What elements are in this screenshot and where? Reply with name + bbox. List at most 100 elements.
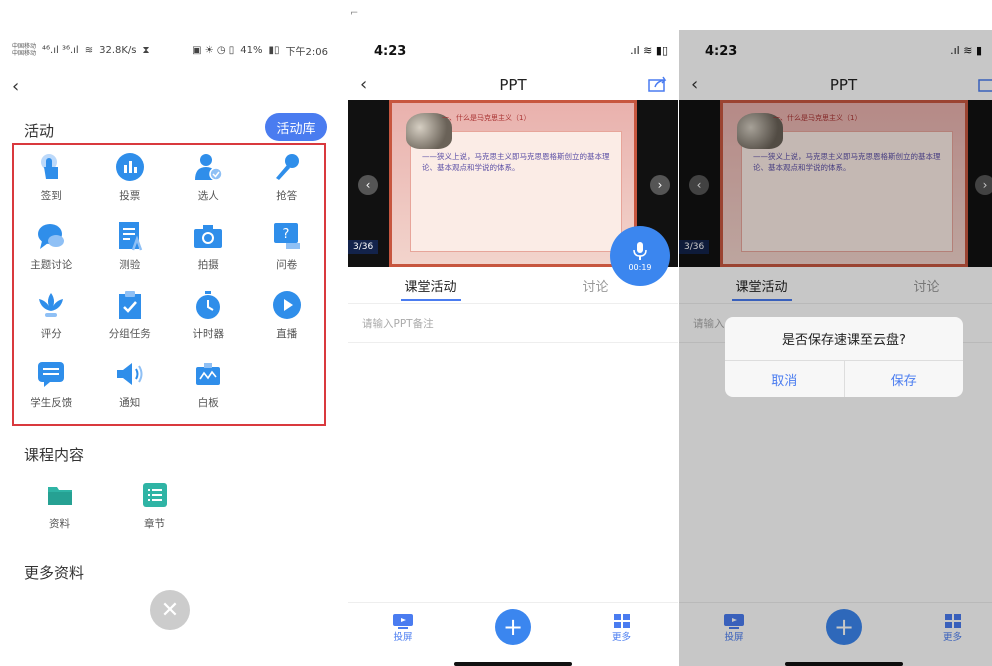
page-indicator: 3/36 (348, 240, 379, 254)
speaker-icon (115, 359, 145, 389)
activity-timer[interactable]: 计时器 (169, 290, 248, 348)
battery-icon: ▮▯ (655, 44, 668, 57)
microphone-icon (633, 241, 647, 260)
ppt-note-input[interactable]: 请输入PPT备注 (348, 303, 678, 343)
save-button[interactable]: 保存 (845, 361, 964, 397)
cast-button[interactable]: 投屏 (392, 613, 414, 643)
activity-section-title: 活动 (24, 122, 55, 140)
chat-bubble-icon (36, 221, 66, 251)
signal-icon: ⁴⁶.ıl ³⁶.ıl (42, 44, 79, 56)
course-content-grid: 资料 章节 (12, 480, 202, 538)
course-item-label: 章节 (144, 518, 165, 530)
hourglass-icon: ⧗ (142, 44, 150, 56)
tab-bar: 课堂活动 讨论 (348, 267, 678, 303)
activity-pick-person[interactable]: 选人 (169, 152, 248, 210)
tap-icon (36, 152, 66, 182)
more-label: 更多 (612, 632, 632, 643)
lotus-icon (36, 290, 66, 320)
activity-grid: 签到 投票 选人 抢答 主题讨论 测验 拍摄 ? 问卷 评分 分组任务 计时器 … (12, 152, 326, 417)
question-icon: ? (272, 221, 302, 251)
battery-icon: ▮▯ (268, 44, 280, 56)
course-chapters[interactable]: 章节 (107, 480, 202, 538)
wifi-icon: ≋ (84, 44, 94, 56)
camera-icon (193, 221, 223, 251)
activity-library-button[interactable]: 活动库 (265, 113, 327, 141)
chevron-right-icon: › (657, 178, 663, 192)
share-icon (648, 76, 667, 92)
svg-text:?: ? (282, 227, 289, 242)
carrier-2: 中国移动 (12, 50, 37, 57)
back-button[interactable]: ‹ (12, 76, 19, 97)
activity-label: 拍摄 (197, 259, 219, 271)
activity-label: 抢答 (276, 190, 298, 202)
activity-group-task[interactable]: 分组任务 (91, 290, 170, 348)
wifi-icon: ≋ (643, 44, 653, 57)
bar-chart-icon (115, 152, 145, 182)
activity-label: 分组任务 (108, 328, 151, 340)
microphone-icon (272, 152, 302, 182)
cancel-button[interactable]: 取消 (725, 361, 845, 397)
next-slide-button[interactable]: › (650, 175, 670, 195)
corner-mark: ⌐ (350, 8, 359, 19)
close-icon: ✕ (160, 597, 180, 623)
tab-discussion[interactable]: 讨论 (513, 267, 678, 303)
activity-label: 直播 (276, 328, 298, 340)
activity-label: 评分 (40, 328, 62, 340)
activity-whiteboard[interactable]: 白板 (169, 359, 248, 417)
list-icon (140, 480, 170, 510)
network-speed: 32.8K/s (99, 44, 137, 56)
bottom-toolbar: 投屏 + 更多 (348, 602, 678, 666)
clock: 下午2:06 (285, 46, 328, 58)
course-materials[interactable]: 资料 (12, 480, 107, 538)
battery-percent: 41% (240, 44, 263, 56)
dialog-question: 是否保存速课至云盘? (725, 317, 963, 361)
activity-topic-discussion[interactable]: 主题讨论 (12, 221, 91, 279)
activity-label: 投票 (119, 190, 141, 202)
whiteboard-icon (193, 359, 223, 389)
activity-label: 通知 (119, 397, 141, 409)
add-button[interactable]: + (495, 609, 531, 645)
chevron-left-icon: ‹ (365, 178, 371, 192)
user-check-icon (193, 152, 223, 182)
status-bar: 中国移动 中国移动 ⁴⁶.ıl ³⁶.ıl ≋ 32.8K/s ⧗ ▣ ☀ ◷ … (12, 40, 328, 60)
carrier-1: 中国移动 (12, 43, 37, 50)
home-indicator (454, 662, 572, 666)
activity-label: 学生反馈 (30, 397, 73, 409)
activity-notice[interactable]: 通知 (91, 359, 170, 417)
close-button[interactable]: ✕ (150, 590, 190, 630)
plus-icon: + (502, 613, 524, 641)
quiz-icon (115, 221, 145, 251)
activity-student-feedback[interactable]: 学生反馈 (12, 359, 91, 417)
ppt-screen: 4:23 .ıl ≋ ▮▯ ‹ PPT 一、什么是马克思主义（1） ——狭义上说… (348, 30, 678, 666)
activity-quick-answer[interactable]: 抢答 (248, 152, 327, 210)
slide-heading: 一、什么是马克思主义（1） (442, 114, 531, 122)
more-materials-title: 更多资料 (24, 564, 85, 582)
status-icons: ▣ ☀ ◷ ▯ (192, 44, 235, 56)
course-content-title: 课程内容 (24, 446, 85, 464)
cast-screen-icon (393, 614, 413, 629)
activity-score[interactable]: 评分 (12, 290, 91, 348)
activity-live[interactable]: 直播 (248, 290, 327, 348)
share-button[interactable] (648, 76, 668, 96)
chevron-left-icon: ‹ (12, 76, 20, 97)
activity-vote[interactable]: 投票 (91, 152, 170, 210)
signal-icon: .ıl (630, 44, 640, 57)
activity-label: 签到 (40, 190, 62, 202)
activity-questionnaire[interactable]: ? 问卷 (248, 221, 327, 279)
grid-icon (613, 614, 630, 628)
prev-slide-button[interactable]: ‹ (358, 175, 378, 195)
save-dialog-screen: 4:23 .ıl ≋ ▮ ‹ PPT 一、什么是马克思主义（1） ——狭义上说，… (679, 30, 992, 666)
slide: 一、什么是马克思主义（1） ——狭义上说，马克思主义即马克思恩格斯创立的基本理论… (389, 100, 637, 267)
activity-label: 计时器 (192, 328, 225, 340)
tab-class-activity[interactable]: 课堂活动 (348, 267, 513, 303)
activity-panel-screen: 中国移动 中国移动 ⁴⁶.ıl ³⁶.ıl ≋ 32.8K/s ⧗ ▣ ☀ ◷ … (0, 0, 338, 666)
activity-quiz[interactable]: 测验 (91, 221, 170, 279)
activity-label: 选人 (197, 190, 219, 202)
activity-sign-in[interactable]: 签到 (12, 152, 91, 210)
activity-photo[interactable]: 拍摄 (169, 221, 248, 279)
clock: 4:23 (374, 44, 407, 59)
page-title: PPT (499, 76, 527, 94)
save-dialog: 是否保存速课至云盘? 取消 保存 (725, 317, 963, 397)
more-button[interactable]: 更多 (612, 613, 631, 643)
timer-icon (193, 290, 223, 320)
